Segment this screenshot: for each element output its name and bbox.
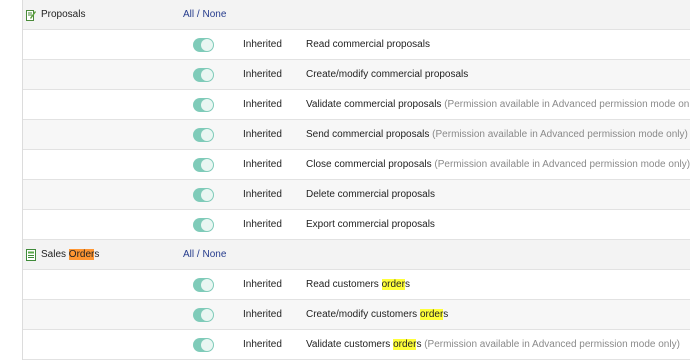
permission-row: Inherited Create/modify commercial propo… bbox=[23, 60, 690, 90]
permission-label: Read commercial proposals bbox=[306, 39, 430, 50]
permission-row: Inherited Send commercial proposals (Per… bbox=[23, 120, 690, 150]
permission-row: Inherited Create/modify customers orders bbox=[23, 300, 690, 330]
permission-label: Export commercial proposals bbox=[306, 219, 435, 230]
none-link[interactable]: None bbox=[202, 249, 226, 260]
inherited-label: Inherited bbox=[243, 309, 282, 320]
all-link[interactable]: All bbox=[183, 9, 194, 20]
permission-toggle[interactable] bbox=[193, 338, 214, 352]
permission-toggle[interactable] bbox=[193, 98, 214, 112]
permission-label: Validate commercial proposals (Permissio… bbox=[306, 99, 690, 111]
permission-toggle[interactable] bbox=[193, 68, 214, 82]
permission-label: Close commercial proposals (Permission a… bbox=[306, 159, 690, 170]
permission-row: Inherited Read customers orders bbox=[23, 270, 690, 300]
sales-order-icon bbox=[26, 249, 36, 261]
module-name: Proposals bbox=[41, 9, 86, 20]
inherited-label: Inherited bbox=[243, 189, 282, 200]
permission-toggle[interactable] bbox=[193, 128, 214, 142]
permission-note: (Permission available in Advanced permis… bbox=[432, 129, 688, 140]
inherited-label: Inherited bbox=[243, 99, 282, 110]
none-link[interactable]: None bbox=[202, 9, 226, 20]
inherited-label: Inherited bbox=[243, 279, 282, 290]
inherited-label: Inherited bbox=[243, 39, 282, 50]
permission-row: Inherited Validate commercial proposals … bbox=[23, 90, 690, 120]
permission-toggle[interactable] bbox=[193, 158, 214, 172]
inherited-label: Inherited bbox=[243, 159, 282, 170]
inherited-label: Inherited bbox=[243, 129, 282, 140]
all-none-links: All / None bbox=[183, 249, 227, 260]
permission-toggle[interactable] bbox=[193, 38, 214, 52]
inherited-label: Inherited bbox=[243, 219, 282, 230]
permission-toggle[interactable] bbox=[193, 278, 214, 292]
permission-note: (Permission available in Advanced permis… bbox=[444, 99, 690, 110]
permission-label: Delete commercial proposals bbox=[306, 189, 435, 200]
all-none-links: All / None bbox=[183, 9, 227, 20]
module-row-proposals: Proposals All / None bbox=[23, 0, 690, 30]
permission-toggle[interactable] bbox=[193, 308, 214, 322]
permission-label: Validate customers orders (Permission av… bbox=[306, 339, 680, 350]
all-link[interactable]: All bbox=[183, 249, 194, 260]
permission-label: Create/modify commercial proposals bbox=[306, 69, 469, 80]
permission-row: Inherited Close commercial proposals (Pe… bbox=[23, 150, 690, 180]
inherited-label: Inherited bbox=[243, 339, 282, 350]
permission-row: Inherited Validate customers orders (Per… bbox=[23, 330, 690, 360]
permission-toggle[interactable] bbox=[193, 188, 214, 202]
module-name: Sales Orders bbox=[41, 249, 100, 260]
inherited-label: Inherited bbox=[243, 69, 282, 80]
permission-note: (Permission available in Advanced permis… bbox=[434, 159, 690, 170]
search-highlight: order bbox=[393, 339, 417, 350]
permission-row: Inherited Read commercial proposals bbox=[23, 30, 690, 60]
search-highlight: order bbox=[381, 279, 405, 290]
search-highlight-current: Order bbox=[68, 249, 95, 260]
permission-label: Create/modify customers orders bbox=[306, 309, 449, 320]
permission-row: Inherited Export commercial proposals bbox=[23, 210, 690, 240]
proposal-edit-icon bbox=[26, 9, 36, 21]
permission-row: Inherited Delete commercial proposals bbox=[23, 180, 690, 210]
permission-note: (Permission available in Advanced permis… bbox=[424, 339, 680, 350]
search-highlight: order bbox=[419, 309, 444, 320]
permission-label: Send commercial proposals (Permission av… bbox=[306, 129, 688, 140]
permissions-table: Proposals All / None Inherited Read comm… bbox=[22, 0, 690, 360]
permission-label: Read customers orders bbox=[306, 279, 410, 290]
module-row-sales-orders: Sales Orders All / None bbox=[23, 240, 690, 270]
permission-toggle[interactable] bbox=[193, 218, 214, 232]
